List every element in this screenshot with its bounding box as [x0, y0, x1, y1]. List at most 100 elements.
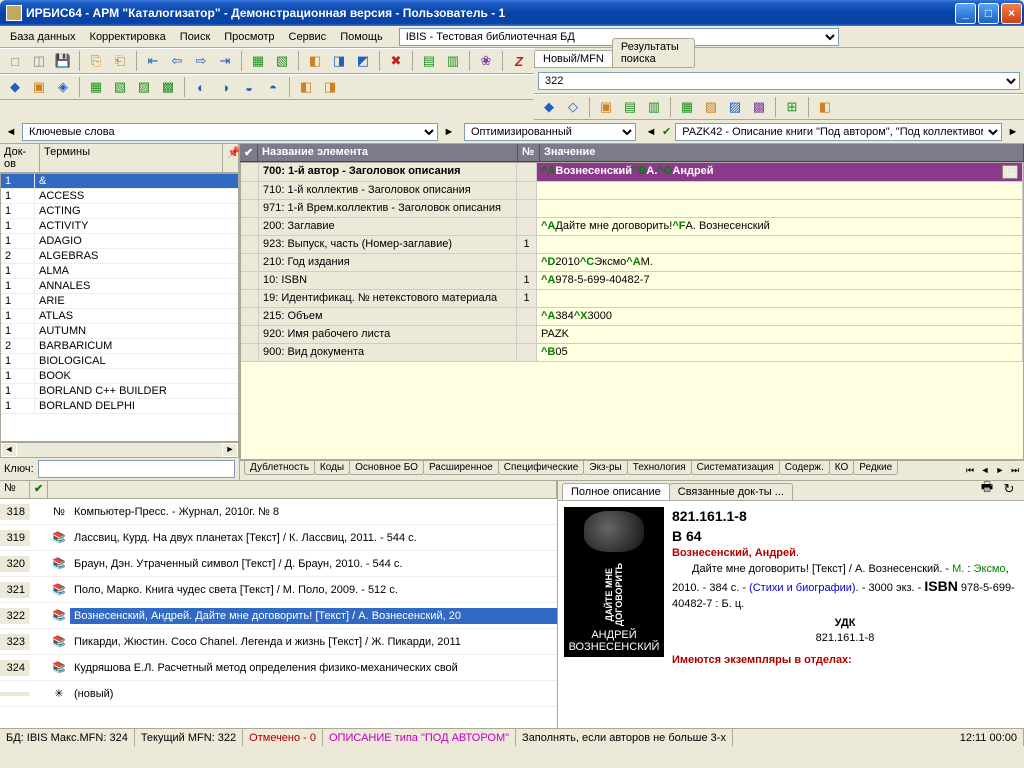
- term-row[interactable]: 1BIOLOGICAL: [1, 354, 238, 369]
- ws-tab[interactable]: Систематизация: [691, 461, 780, 475]
- paste-icon[interactable]: ⎗: [109, 50, 131, 72]
- term-row[interactable]: 1ARIE: [1, 294, 238, 309]
- tool-b-icon[interactable]: ▧: [271, 50, 293, 72]
- mfn-input[interactable]: 322: [538, 72, 1020, 90]
- ws-tab[interactable]: КО: [829, 461, 855, 475]
- terms-list[interactable]: 1&1ACCESS1ACTING1ACTIVITY1ADAGIO2ALGEBRA…: [0, 173, 239, 442]
- field-row[interactable]: 215: Объем^A384^X3000: [241, 308, 1023, 326]
- new2-icon[interactable]: ◫: [28, 50, 50, 72]
- tb2-m-icon[interactable]: ◨: [319, 76, 341, 98]
- view-mode-selector[interactable]: Оптимизированный: [464, 123, 636, 141]
- field-row[interactable]: 210: Год издания^D2010^CЭксмо^AМ.: [241, 254, 1023, 272]
- minimize-button[interactable]: _: [955, 3, 976, 24]
- grid-check-icon[interactable]: ✔: [240, 144, 258, 161]
- term-row[interactable]: 1ANNALES: [1, 279, 238, 294]
- ws-tab[interactable]: Коды: [314, 461, 350, 475]
- tbr-excel-icon[interactable]: ⊞: [781, 96, 803, 118]
- ws-tab[interactable]: Специфические: [498, 461, 585, 475]
- term-row[interactable]: 1ATLAS: [1, 309, 238, 324]
- term-row[interactable]: 1AUTUMN: [1, 324, 238, 339]
- tbr-i-icon[interactable]: ▩: [748, 96, 770, 118]
- tool-c-icon[interactable]: ◧: [304, 50, 326, 72]
- field-body[interactable]: 700: 1-й автор - Заголовок описания^AВоз…: [240, 162, 1024, 460]
- tool-d-icon[interactable]: ◨: [328, 50, 350, 72]
- tbr-f-icon[interactable]: ▦: [676, 96, 698, 118]
- record-row[interactable]: ✳(новый): [0, 681, 557, 707]
- tb2-k-icon[interactable]: ◓: [262, 76, 284, 98]
- record-row[interactable]: 319📚Лассвиц, Курд. На двух планетах [Тек…: [0, 525, 557, 551]
- last-icon[interactable]: ⇥: [214, 50, 236, 72]
- term-row[interactable]: 1&: [1, 174, 238, 189]
- tb2-h-icon[interactable]: ◐: [190, 76, 212, 98]
- close-button[interactable]: ×: [1001, 3, 1022, 24]
- tool-h-icon[interactable]: ❀: [475, 50, 497, 72]
- menu-database[interactable]: База данных: [4, 29, 82, 45]
- record-row[interactable]: 318№Компьютер-Пресс. - Журнал, 2010г. № …: [0, 499, 557, 525]
- record-row[interactable]: 320📚Браун, Дэн. Утраченный символ [Текст…: [0, 551, 557, 577]
- refresh-icon[interactable]: ↻: [998, 478, 1020, 500]
- next-icon[interactable]: ⇨: [190, 50, 212, 72]
- tab-new-mfn[interactable]: Новый/MFN: [534, 50, 613, 67]
- z-button[interactable]: Z: [508, 50, 530, 72]
- tab-nav-last-icon[interactable]: ⏭: [1008, 463, 1022, 477]
- tb2-j-icon[interactable]: ◒: [238, 76, 260, 98]
- ws-tab[interactable]: Дублетность: [244, 461, 315, 475]
- term-row[interactable]: 2ALGEBRAS: [1, 249, 238, 264]
- tab-nav-next-icon[interactable]: ►: [993, 463, 1007, 477]
- tb2-b-icon[interactable]: ▣: [28, 76, 50, 98]
- maximize-button[interactable]: □: [978, 3, 999, 24]
- copy-icon[interactable]: ⎘: [85, 50, 107, 72]
- tb2-f-icon[interactable]: ▨: [133, 76, 155, 98]
- menu-service[interactable]: Сервис: [283, 29, 333, 45]
- print-icon[interactable]: 🖶: [976, 478, 998, 500]
- field-row[interactable]: 900: Вид документа^B05: [241, 344, 1023, 362]
- new-icon[interactable]: □: [4, 50, 26, 72]
- field-row[interactable]: 19: Идентификац. № нетекстового материал…: [241, 290, 1023, 308]
- ws-tab[interactable]: Основное БО: [349, 461, 424, 475]
- term-row[interactable]: 1ACTING: [1, 204, 238, 219]
- ws-tab[interactable]: Технология: [627, 461, 692, 475]
- tbr-h-icon[interactable]: ▨: [724, 96, 746, 118]
- ws-arrow-left-icon[interactable]: ◄: [644, 126, 658, 138]
- record-row[interactable]: 323📚Пикарди, Жюстин. Coco Chanel. Легенд…: [0, 629, 557, 655]
- term-row[interactable]: 1BORLAND C++ BUILDER: [1, 384, 238, 399]
- prev-icon[interactable]: ⇦: [166, 50, 188, 72]
- tbr-a-icon[interactable]: ◆: [538, 96, 560, 118]
- term-row[interactable]: 1ACTIVITY: [1, 219, 238, 234]
- save-icon[interactable]: 💾: [52, 50, 74, 72]
- record-row[interactable]: 324📚Кудряшова Е.Л. Расчетный метод опред…: [0, 655, 557, 681]
- ws-tab[interactable]: Содерж.: [779, 461, 830, 475]
- tb2-d-icon[interactable]: ▦: [85, 76, 107, 98]
- ws-arrow-right-icon[interactable]: ►: [1006, 126, 1020, 138]
- menu-search[interactable]: Поиск: [174, 29, 216, 45]
- tb2-g-icon[interactable]: ▩: [157, 76, 179, 98]
- ellipsis-button[interactable]: ...: [1002, 165, 1018, 179]
- delete-icon[interactable]: ✖: [385, 50, 407, 72]
- ws-tab[interactable]: Редкие: [853, 461, 898, 475]
- record-row[interactable]: 321📚Поло, Марко. Книга чудес света [Текс…: [0, 577, 557, 603]
- tool-a-icon[interactable]: ▦: [247, 50, 269, 72]
- menu-edit[interactable]: Корректировка: [84, 29, 172, 45]
- tb2-i-icon[interactable]: ◑: [214, 76, 236, 98]
- pin-icon[interactable]: 📌: [223, 144, 239, 172]
- tb2-c-icon[interactable]: ◈: [52, 76, 74, 98]
- term-row[interactable]: 1ADAGIO: [1, 234, 238, 249]
- ws-tab[interactable]: Расширенное: [423, 461, 499, 475]
- tool-e-icon[interactable]: ◩: [352, 50, 374, 72]
- field-row[interactable]: 920: Имя рабочего листаPAZK: [241, 326, 1023, 344]
- tool-f-icon[interactable]: ▤: [418, 50, 440, 72]
- field-row[interactable]: 10: ISBN1^A978-5-699-40482-7: [241, 272, 1023, 290]
- tb2-l-icon[interactable]: ◧: [295, 76, 317, 98]
- tbr-g-icon[interactable]: ▧: [700, 96, 722, 118]
- term-row[interactable]: 1ACCESS: [1, 189, 238, 204]
- record-row[interactable]: 322📚Вознесенский, Андрей. Дайте мне дого…: [0, 603, 557, 629]
- ws-tab[interactable]: Экз-ры: [583, 461, 627, 475]
- rec-col-check[interactable]: ✔: [30, 481, 48, 498]
- first-icon[interactable]: ⇤: [142, 50, 164, 72]
- field-row[interactable]: 710: 1-й коллектив - Заголовок описания: [241, 182, 1023, 200]
- tab-nav-first-icon[interactable]: ⏮: [963, 463, 977, 477]
- tbr-b-icon[interactable]: ◇: [562, 96, 584, 118]
- term-row[interactable]: 1BOOK: [1, 369, 238, 384]
- worksheet-selector[interactable]: PAZK42 - Описание книги "Под автором", "…: [675, 123, 1002, 141]
- field-row[interactable]: 923: Выпуск, часть (Номер-заглавие)1: [241, 236, 1023, 254]
